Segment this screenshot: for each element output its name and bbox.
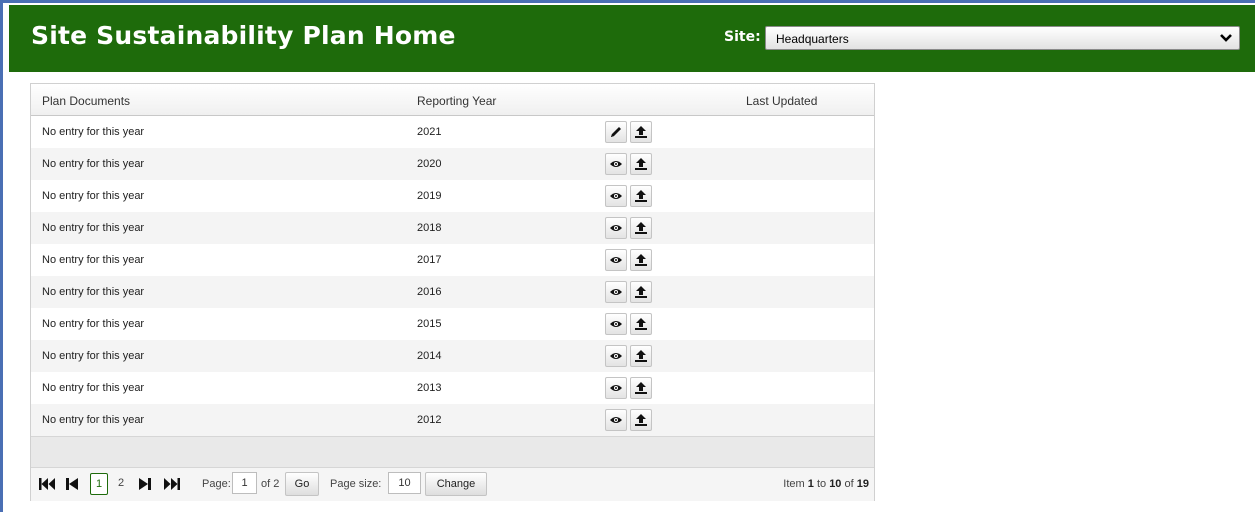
- plan-documents-grid: Plan Documents Reporting Year Last Updat…: [30, 83, 875, 501]
- page-header: Site Sustainability Plan Home Site: Head…: [9, 5, 1255, 72]
- reporting-year-cell: 2021: [417, 126, 442, 138]
- item-total: 19: [856, 478, 869, 490]
- page-size-label: Page size:: [330, 478, 382, 490]
- table-row: No entry for this year 2020: [31, 148, 874, 180]
- page-of-label: of 2: [261, 478, 280, 490]
- grid-spacer: [31, 436, 874, 467]
- site-label: Site:: [724, 29, 761, 45]
- reporting-year-cell: 2015: [417, 318, 442, 330]
- row-actions: [605, 377, 655, 399]
- upload-button[interactable]: [630, 377, 652, 399]
- row-actions: [605, 281, 655, 303]
- view-button[interactable]: [605, 281, 627, 303]
- last-page-icon[interactable]: [164, 477, 180, 494]
- site-select-value: Headquarters: [776, 32, 849, 46]
- previous-page-icon[interactable]: [66, 477, 78, 494]
- upload-button[interactable]: [630, 409, 652, 431]
- plan-document-cell: No entry for this year: [42, 318, 145, 330]
- plan-document-cell: No entry for this year: [42, 286, 145, 298]
- column-header-last-updated[interactable]: Last Updated: [746, 94, 817, 108]
- change-button[interactable]: Change: [425, 472, 487, 496]
- table-row: No entry for this year 2017: [31, 244, 874, 276]
- reporting-year-cell: 2018: [417, 222, 442, 234]
- go-button[interactable]: Go: [285, 472, 319, 496]
- view-button[interactable]: [605, 377, 627, 399]
- plan-document-cell: No entry for this year: [42, 222, 145, 234]
- chevron-down-icon: [1219, 31, 1233, 48]
- upload-button[interactable]: [630, 217, 652, 239]
- upload-button[interactable]: [630, 121, 652, 143]
- plan-document-cell: No entry for this year: [42, 190, 145, 202]
- plan-document-cell: No entry for this year: [42, 158, 145, 170]
- table-row: No entry for this year 2012: [31, 404, 874, 436]
- item-from: 1: [807, 478, 814, 490]
- plan-document-cell: No entry for this year: [42, 350, 145, 362]
- page-size-input[interactable]: 10: [388, 472, 421, 494]
- reporting-year-cell: 2019: [417, 190, 442, 202]
- upload-button[interactable]: [630, 249, 652, 271]
- item-of-word: of: [844, 478, 854, 490]
- row-actions: [605, 185, 655, 207]
- edit-button[interactable]: [605, 121, 627, 143]
- upload-button[interactable]: [630, 345, 652, 367]
- first-page-icon[interactable]: [39, 477, 55, 494]
- window-frame-top: [0, 0, 1255, 3]
- upload-button[interactable]: [630, 281, 652, 303]
- view-button[interactable]: [605, 153, 627, 175]
- page-number-2[interactable]: 2: [112, 473, 130, 495]
- reporting-year-cell: 2016: [417, 286, 442, 298]
- upload-button[interactable]: [630, 185, 652, 207]
- grid-header: Plan Documents Reporting Year Last Updat…: [31, 84, 874, 116]
- plan-document-cell: No entry for this year: [42, 126, 145, 138]
- table-row: No entry for this year 2014: [31, 340, 874, 372]
- grid-rows: No entry for this year 2021 No entry for t…: [31, 116, 874, 436]
- view-button[interactable]: [605, 409, 627, 431]
- row-actions: [605, 409, 655, 431]
- pager: 1 2 Page: 1 of 2 Go Page size: 10 Change…: [31, 467, 874, 501]
- page-title: Site Sustainability Plan Home: [31, 21, 456, 50]
- page-label: Page:: [202, 478, 231, 490]
- reporting-year-cell: 2014: [417, 350, 442, 362]
- row-actions: [605, 153, 655, 175]
- page-input[interactable]: 1: [232, 472, 257, 494]
- upload-button[interactable]: [630, 153, 652, 175]
- table-row: No entry for this year 2021: [31, 116, 874, 148]
- row-actions: [605, 121, 655, 143]
- item-to: 10: [829, 478, 842, 490]
- item-prefix: Item: [783, 478, 805, 490]
- reporting-year-cell: 2012: [417, 414, 442, 426]
- row-actions: [605, 249, 655, 271]
- item-to-word: to: [816, 478, 827, 490]
- item-range-info: Item 1 to 10 of 19: [783, 478, 869, 490]
- plan-document-cell: No entry for this year: [42, 382, 145, 394]
- reporting-year-cell: 2020: [417, 158, 442, 170]
- column-header-plan-documents[interactable]: Plan Documents: [42, 94, 130, 108]
- row-actions: [605, 217, 655, 239]
- row-actions: [605, 345, 655, 367]
- plan-document-cell: No entry for this year: [42, 414, 145, 426]
- row-actions: [605, 313, 655, 335]
- next-page-icon[interactable]: [139, 477, 151, 494]
- reporting-year-cell: 2013: [417, 382, 442, 394]
- table-row: No entry for this year 2016: [31, 276, 874, 308]
- view-button[interactable]: [605, 185, 627, 207]
- site-select[interactable]: Headquarters: [765, 26, 1240, 50]
- view-button[interactable]: [605, 249, 627, 271]
- page-number-1[interactable]: 1: [90, 473, 108, 495]
- reporting-year-cell: 2017: [417, 254, 442, 266]
- table-row: No entry for this year 2015: [31, 308, 874, 340]
- view-button[interactable]: [605, 345, 627, 367]
- table-row: No entry for this year 2018: [31, 212, 874, 244]
- view-button[interactable]: [605, 313, 627, 335]
- view-button[interactable]: [605, 217, 627, 239]
- upload-button[interactable]: [630, 313, 652, 335]
- window-frame-left: [0, 0, 3, 512]
- table-row: No entry for this year 2019: [31, 180, 874, 212]
- plan-document-cell: No entry for this year: [42, 254, 145, 266]
- table-row: No entry for this year 2013: [31, 372, 874, 404]
- column-header-reporting-year[interactable]: Reporting Year: [417, 94, 496, 108]
